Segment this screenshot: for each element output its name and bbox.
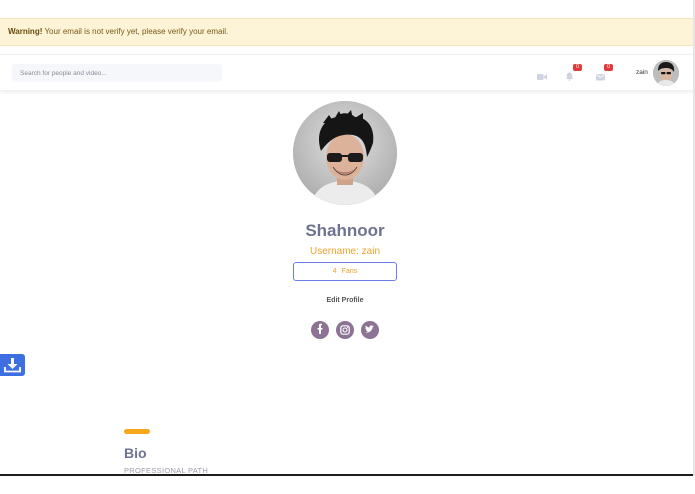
- fans-count: 4: [332, 268, 337, 275]
- warning-label: Warning!: [8, 27, 43, 36]
- download-button[interactable]: [0, 354, 25, 376]
- message-badge: 0: [604, 64, 613, 71]
- download-icon: [4, 358, 21, 373]
- fans-label: Fans: [341, 268, 358, 275]
- nav-username[interactable]: zain: [636, 69, 648, 76]
- email-warning-banner: Warning! Your email is not verify yet, p…: [0, 18, 695, 46]
- bottom-divider: [0, 474, 695, 476]
- search-input[interactable]: [12, 64, 222, 82]
- notification-badge: 0: [573, 64, 582, 71]
- bio-title: Bio: [124, 445, 147, 461]
- profile-avatar: [293, 101, 397, 205]
- video-icon[interactable]: [537, 68, 549, 80]
- edit-profile-button[interactable]: Edit Profile: [0, 297, 690, 304]
- fans-button[interactable]: 4 Fans: [293, 262, 397, 281]
- message-icon[interactable]: 0: [596, 64, 613, 81]
- profile-page: Warning! Your email is not verify yet, p…: [0, 0, 695, 494]
- top-navbar: 0 0 zain: [0, 54, 695, 90]
- facebook-icon[interactable]: [311, 321, 329, 339]
- profile-username: Username: zain: [309, 246, 381, 257]
- instagram-icon[interactable]: [336, 321, 354, 339]
- notification-bell-icon[interactable]: 0: [565, 64, 582, 81]
- bio-accent-bar: [124, 429, 150, 434]
- nav-avatar[interactable]: [653, 60, 679, 86]
- profile-name: Shahnoor: [305, 221, 385, 240]
- warning-message: Your email is not verify yet, please ver…: [42, 27, 229, 36]
- twitter-icon[interactable]: [361, 321, 379, 339]
